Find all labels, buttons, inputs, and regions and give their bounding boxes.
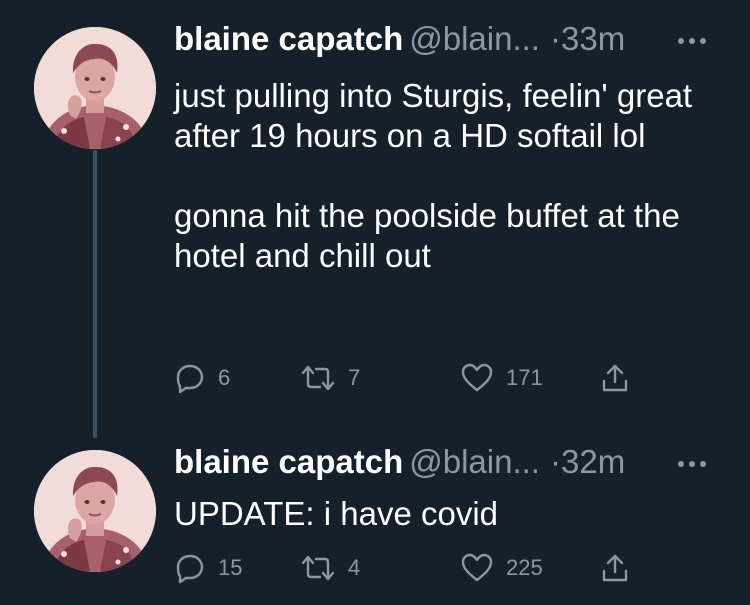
retweet-count: 4 [348,555,361,580]
tweet-header: blaine capatch @blain... ·33m [174,19,625,59]
like-count: 225 [506,555,543,580]
more-icon[interactable] [672,34,712,48]
author-handle[interactable]: @blain... [409,443,540,480]
separator-dot: · [549,20,561,57]
tweet-paragraph: gonna hit the poolside buffet at the hot… [174,197,680,274]
like-button[interactable]: 225 [460,552,543,584]
like-count: 171 [506,365,543,390]
avatar[interactable] [34,27,156,149]
avatar[interactable] [34,450,156,572]
author-name[interactable]: blaine capatch [174,20,403,57]
timestamp[interactable]: 32m [561,443,625,480]
separator-dot: · [549,443,561,480]
author-handle[interactable]: @blain... [409,20,540,57]
reply-button[interactable]: 6 [174,362,230,394]
share-icon [599,552,631,584]
author-name[interactable]: blaine capatch [174,443,403,480]
reply-button[interactable]: 15 [174,552,242,584]
tweet[interactable]: blaine capatch @blain... ·33m just pulling… [0,0,750,420]
tweet-header: blaine capatch @blain... ·32m [174,442,625,482]
retweet-count: 7 [348,365,361,390]
retweet-button[interactable]: 7 [300,362,360,394]
retweet-button[interactable]: 4 [300,552,360,584]
reply-icon [174,552,206,584]
tweet-actions: 15 4 225 [174,552,654,584]
tweet-text: just pulling into Sturgis, feelin' great… [174,76,734,276]
tweet-text: UPDATE: i have covid [174,494,734,534]
reply-count: 6 [218,365,231,390]
share-icon [599,362,631,394]
tweet-paragraph: UPDATE: i have covid [174,495,499,532]
like-button[interactable]: 171 [460,362,543,394]
tweet-actions: 6 7 171 [174,362,654,394]
more-icon[interactable] [672,457,712,471]
timestamp[interactable]: 33m [561,20,625,57]
like-icon [460,552,494,584]
share-button[interactable] [599,362,631,394]
tweet[interactable]: blaine capatch @blain... ·32m UPDATE: i ha… [0,420,750,605]
reply-icon [174,362,206,394]
retweet-icon [300,552,336,584]
retweet-icon [300,362,336,394]
share-button[interactable] [599,552,631,584]
reply-count: 15 [218,555,243,580]
like-icon [460,362,494,394]
tweet-paragraph: just pulling into Sturgis, feelin' great… [174,77,693,154]
